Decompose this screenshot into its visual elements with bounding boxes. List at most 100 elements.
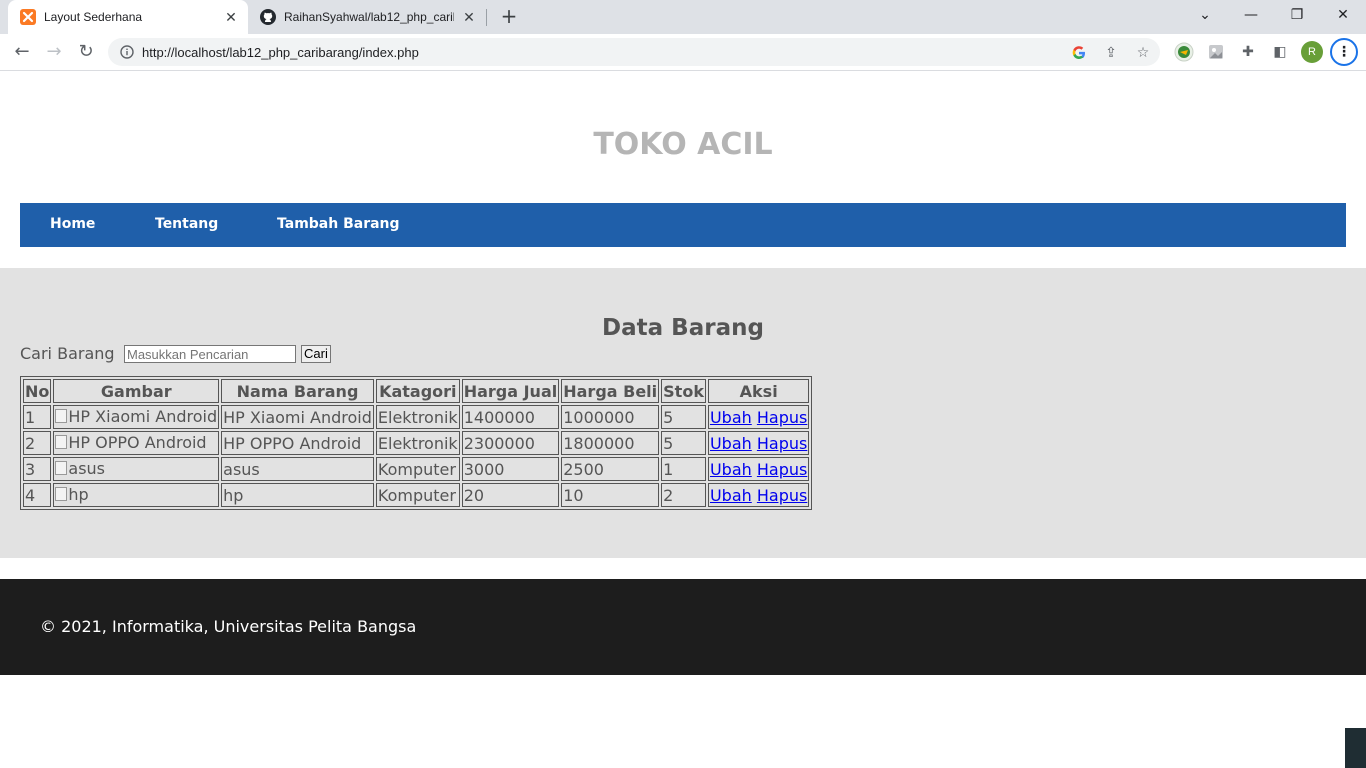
cell-aksi: Ubah Hapus: [707, 405, 810, 429]
site-info-icon[interactable]: [120, 45, 134, 59]
cell-nama: hp: [221, 483, 374, 507]
ubah-link[interactable]: Ubah: [710, 486, 752, 505]
main-nav: Home Tentang Tambah Barang: [20, 203, 1346, 247]
share-icon[interactable]: ⇪: [1102, 44, 1120, 62]
cell-nama: asus: [221, 457, 374, 481]
site-footer: © 2021, Informatika, Universitas Pelita …: [0, 579, 1366, 675]
cell-harga-beli: 2500: [561, 457, 660, 481]
reload-icon[interactable]: ↻: [74, 40, 98, 64]
corner-widget: [1345, 728, 1366, 768]
broken-image: asus: [55, 459, 105, 478]
url-text: http://localhost/lab12_php_caribarang/in…: [142, 45, 419, 60]
cell-harga-jual: 1400000: [461, 405, 560, 429]
broken-image-icon: [55, 435, 68, 450]
cell-harga-beli: 1000000: [561, 405, 660, 429]
cell-kategori: Elektronik: [375, 431, 460, 455]
bookmark-star-icon[interactable]: ☆: [1134, 44, 1152, 62]
hapus-link[interactable]: Hapus: [757, 408, 807, 427]
hapus-link[interactable]: Hapus: [757, 486, 807, 505]
ubah-link[interactable]: Ubah: [710, 434, 752, 453]
side-panel-icon[interactable]: ◧: [1270, 42, 1290, 62]
nav-tentang[interactable]: Tentang: [155, 216, 218, 232]
page-viewport: TOKO ACIL Home Tentang Tambah Barang Dat…: [0, 71, 1366, 768]
image-alt-text: HP OPPO Android: [68, 432, 207, 452]
puzzle-extensions-icon[interactable]: ✚: [1238, 42, 1258, 62]
restore-button[interactable]: ❐: [1274, 0, 1320, 30]
broken-image: HP Xiaomi Android: [55, 407, 217, 426]
cell-harga-jual: 2300000: [461, 431, 560, 455]
table-header-row: No Gambar Nama Barang Katagori Harga Jua…: [23, 379, 810, 403]
kebab-menu-icon[interactable]: ⋮: [1330, 38, 1358, 66]
header-no: No: [23, 379, 52, 403]
broken-image: hp: [55, 484, 89, 504]
header-katagori: Katagori: [375, 379, 460, 403]
address-bar[interactable]: http://localhost/lab12_php_caribarang/in…: [108, 38, 1160, 66]
cell-harga-beli: 1800000: [561, 431, 660, 455]
cell-stok: 1: [661, 457, 706, 481]
browser-toolbar: ← → ↻ http://localhost/lab12_php_caribar…: [0, 34, 1366, 71]
site-title: TOKO ACIL: [593, 127, 773, 162]
new-tab-button[interactable]: +: [497, 5, 521, 29]
minimize-button[interactable]: —: [1228, 0, 1274, 30]
cell-no: 2: [23, 431, 52, 455]
cell-kategori: Komputer: [375, 457, 460, 481]
header-harga-jual: Harga Jual: [461, 379, 560, 403]
cell-kategori: Komputer: [375, 483, 460, 507]
cell-gambar: HP OPPO Android: [53, 431, 220, 455]
extension-globe-icon[interactable]: [1174, 42, 1194, 62]
back-arrow-icon[interactable]: ←: [10, 40, 34, 64]
search-button[interactable]: Cari: [301, 345, 331, 363]
close-window-button[interactable]: ✕: [1320, 0, 1366, 30]
hapus-link[interactable]: Hapus: [757, 434, 807, 453]
image-alt-text: hp: [68, 484, 89, 504]
cell-stok: 2: [661, 483, 706, 507]
cell-no: 4: [23, 483, 52, 507]
tab-title: RaihanSyahwal/lab12_php_cariba: [284, 10, 454, 24]
broken-image: HP OPPO Android: [55, 432, 207, 452]
table-row: 1 HP Xiaomi Android HP Xiaomi Android El…: [23, 405, 810, 429]
ubah-link[interactable]: Ubah: [710, 408, 752, 427]
tab-close-icon[interactable]: ✕: [460, 8, 478, 26]
search-input[interactable]: [124, 345, 296, 363]
footer-text: © 2021, Informatika, Universitas Pelita …: [40, 617, 417, 636]
extension-image-icon[interactable]: [1206, 42, 1226, 62]
hapus-link[interactable]: Hapus: [757, 460, 807, 479]
profile-avatar[interactable]: R: [1301, 41, 1323, 63]
header-aksi: Aksi: [707, 379, 810, 403]
cell-aksi: Ubah Hapus: [707, 483, 810, 507]
xampp-icon: [20, 9, 36, 25]
cell-gambar: hp: [53, 483, 220, 507]
content-section: Data Barang Cari Barang Cari No Gambar N…: [0, 268, 1366, 558]
tab-title: Layout Sederhana: [44, 10, 143, 24]
cell-gambar: asus: [53, 457, 220, 481]
header-stok: Stok: [661, 379, 706, 403]
cell-harga-jual: 3000: [461, 457, 560, 481]
search-label: Cari Barang: [20, 344, 115, 363]
browser-tab-strip: Layout Sederhana ✕ RaihanSyahwal/lab12_p…: [0, 0, 1366, 34]
google-icon[interactable]: [1070, 44, 1088, 62]
section-title: Data Barang: [602, 315, 764, 341]
ubah-link[interactable]: Ubah: [710, 460, 752, 479]
nav-tambah-barang[interactable]: Tambah Barang: [277, 216, 400, 232]
cell-nama: HP Xiaomi Android: [221, 405, 374, 429]
header-gambar: Gambar: [53, 379, 220, 403]
header-harga-beli: Harga Beli: [561, 379, 660, 403]
broken-image-icon: [55, 487, 68, 502]
tab-close-icon[interactable]: ✕: [222, 8, 240, 26]
cell-kategori: Elektronik: [375, 405, 460, 429]
cell-nama: HP OPPO Android: [221, 431, 374, 455]
nav-home[interactable]: Home: [50, 216, 95, 232]
header-nama-barang: Nama Barang: [221, 379, 374, 403]
github-icon: [260, 9, 276, 25]
cell-aksi: Ubah Hapus: [707, 431, 810, 455]
broken-image-icon: [55, 461, 68, 476]
table-row: 3 asus asus Komputer 3000 2500 1 Ubah Ha…: [23, 457, 810, 481]
cell-harga-beli: 10: [561, 483, 660, 507]
tab-layout-sederhana[interactable]: Layout Sederhana ✕: [8, 0, 248, 34]
cell-no: 3: [23, 457, 52, 481]
tab-search-icon[interactable]: ⌄: [1182, 0, 1228, 30]
cell-aksi: Ubah Hapus: [707, 457, 810, 481]
forward-arrow-icon[interactable]: →: [42, 40, 66, 64]
tab-github[interactable]: RaihanSyahwal/lab12_php_cariba ✕: [248, 0, 486, 34]
cell-no: 1: [23, 405, 52, 429]
